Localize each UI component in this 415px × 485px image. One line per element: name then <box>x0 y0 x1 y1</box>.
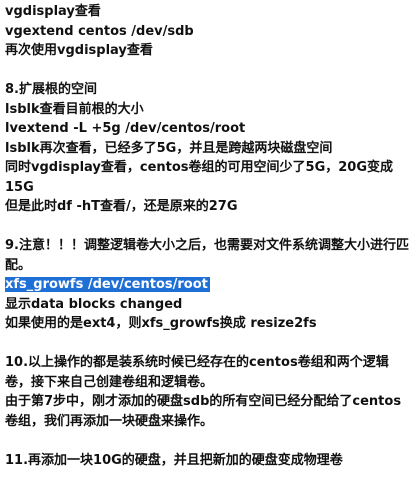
section-heading: 9.注意！！！调整逻辑卷大小之后，也需要对文件系统调整大小进行匹配。 <box>5 238 409 273</box>
text-line: 再次使用vgdisplay查看 <box>5 43 153 58</box>
command-line: lvextend -L +5g /dev/centos/root <box>5 121 246 136</box>
selected-text-line[interactable]: xfs_growfs /dev/centos/root <box>5 275 409 295</box>
text-line: 显示data blocks changed <box>5 296 183 312</box>
text-line: vgextend centos /dev/sdb <box>5 23 194 39</box>
text-line: 如果使用的是ext4，则xfs_growfs换成 resize2fs <box>5 316 317 331</box>
text-line: 由于第7步中，刚才添加的硬盘sdb的所有空间已经分配给了centos卷组，我们再… <box>5 394 402 429</box>
section-heading: 11.再添加一块10G的硬盘，并且把新加的硬盘变成物理卷 <box>5 452 343 468</box>
text-line: lsblk查看目前根的大小 <box>5 101 144 117</box>
section-heading: 10.以上操作的都是装系统时候已经存在的centos卷组和两个逻辑卷，接下来自己… <box>5 355 389 390</box>
text-line: lsblk再次查看，已经多了5G，并且是跨越两块磁盘空间 <box>5 140 333 156</box>
text-line: vgdisplay查看 <box>5 4 101 19</box>
section-heading: 8.扩展根的空间 <box>5 82 97 97</box>
document-body: vgdisplay查看 vgextend centos /dev/sdb 再次使… <box>0 0 415 485</box>
selected-command[interactable]: xfs_growfs /dev/centos/root <box>5 277 210 292</box>
text-line: 同时vgdisplay查看，centos卷组的可用空间少了5G，20G变成15G <box>5 160 394 195</box>
text-line: 但是此时df -hT查看/，还是原来的27G <box>5 199 238 214</box>
